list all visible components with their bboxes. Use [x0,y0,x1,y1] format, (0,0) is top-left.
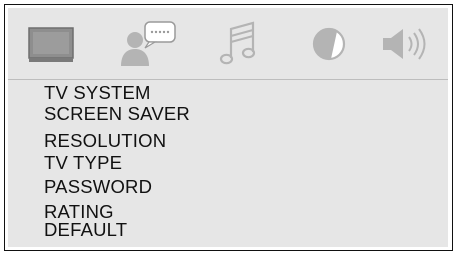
tv-screen-icon [28,26,74,62]
setup-menu-list: TV SYSTEM SCREEN SAVER RESOLUTION TV TYP… [8,79,448,247]
settings-window: TV SYSTEM SCREEN SAVER RESOLUTION TV TYP… [4,4,453,251]
menu-item-screen-saver[interactable]: SCREEN SAVER [44,104,190,124]
contrast-icon [312,27,346,60]
menu-item-tv-type[interactable]: TV TYPE [44,153,122,173]
tab-language-setup[interactable] [106,8,186,79]
tab-speaker-setup[interactable] [370,8,444,79]
music-note-icon [219,21,256,64]
tab-audio-setup[interactable] [204,8,274,79]
person-speech-icon [121,20,176,66]
tab-video-setup[interactable] [294,8,364,79]
menu-item-resolution[interactable]: RESOLUTION [44,131,166,151]
menu-item-password[interactable]: PASSWORD [44,177,152,197]
menu-item-tv-system[interactable]: TV SYSTEM [44,83,151,103]
speaker-icon [383,27,426,60]
category-tab-bar [8,8,448,79]
tab-general-setup[interactable] [14,8,90,79]
menu-item-default[interactable]: DEFAULT [44,220,127,240]
